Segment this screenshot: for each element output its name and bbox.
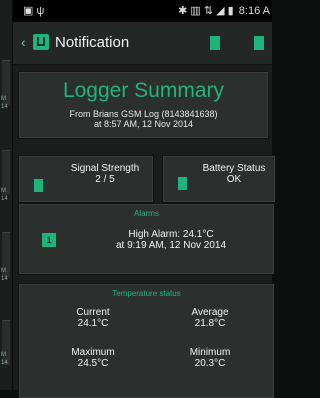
alarm-count-badge: 1 [42,233,56,247]
action-bar: ‹ Notification [13,22,272,65]
current-value: 24.1°C [77,318,109,329]
summary-heading: Logger Summary [62,79,225,102]
summary-time: at 8:57 AM, 12 Nov 2014 [93,119,194,129]
alarms-caption: Alarms [134,209,159,218]
logger-summary-card: Logger Summary From Brians GSM Log (8143… [19,72,268,138]
status-left-icons: ▣ ψ [23,5,45,17]
average-label: Average [191,307,229,318]
edge-fragment: M [1,352,6,358]
current-temp: Current 24.1°C [48,307,138,329]
summary-source: From Brians GSM Log (8143841638) [69,109,218,119]
average-temp: Average 21.8°C [165,307,255,329]
status-time: 8:16 A [238,5,270,17]
screen-title: Notification [55,34,130,51]
temperature-status-card: Temperature status Current 24.1°C Averag… [19,284,274,398]
maximum-label: Maximum [71,347,115,358]
signal-value: 2 / 5 [95,174,115,185]
maximum-value: 24.5°C [77,358,109,369]
edge-fragment: M [1,268,6,274]
logger-app-icon[interactable] [33,34,49,50]
edge-fragment: 14 [1,104,8,110]
summary-subtitle: From Brians GSM Log (8143841638) at 8:57… [20,109,267,129]
action-icon-1[interactable] [210,36,220,50]
battery-label: Battery Status [202,163,266,174]
edge-fragment: 14 [1,360,8,366]
left-edge-panel: M 14 M 14 M 14 M 14 [0,0,12,390]
edge-fragment: M [1,96,6,102]
battery-value: OK [226,174,242,185]
signal-label: Signal Strength [70,163,140,174]
edge-fragment: M [1,188,6,194]
alarms-card[interactable]: Alarms 1 High Alarm: 24.1°C at 9:19 AM, … [19,204,274,274]
alarm-message: High Alarm: 24.1°C at 9:19 AM, 12 Nov 20… [76,229,266,251]
minimum-temp: Minimum 20.3°C [165,347,255,369]
signal-icon [34,179,43,192]
alarm-line: High Alarm: 24.1°C [128,229,214,240]
status-right: ✱ ▥ ⇅ ◢ ▮ 8:16 A [178,4,270,17]
alarm-time: at 9:19 AM, 12 Nov 2014 [115,240,227,251]
average-value: 21.8°C [194,318,226,329]
edge-fragment: 14 [1,196,8,202]
temperature-caption: Temperature status [112,289,181,298]
minimum-label: Minimum [189,347,231,358]
status-bar: ▣ ψ ✱ ▥ ⇅ ◢ ▮ 8:16 A [13,0,272,22]
back-chevron-icon[interactable]: ‹ [21,34,26,50]
phone-screen: ▣ ψ ✱ ▥ ⇅ ◢ ▮ 8:16 A ‹ Notification Logg… [13,0,275,398]
battery-icon [178,177,187,190]
action-icon-2[interactable] [254,36,264,50]
maximum-temp: Maximum 24.5°C [48,347,138,369]
current-label: Current [76,307,110,318]
edge-fragment: 14 [1,276,8,282]
battery-status-card[interactable]: Battery Status OK [163,156,275,202]
signal-strength-card[interactable]: Signal Strength 2 / 5 [19,156,153,202]
status-right-icons: ✱ ▥ ⇅ ◢ ▮ [178,5,234,17]
minimum-value: 20.3°C [194,358,226,369]
